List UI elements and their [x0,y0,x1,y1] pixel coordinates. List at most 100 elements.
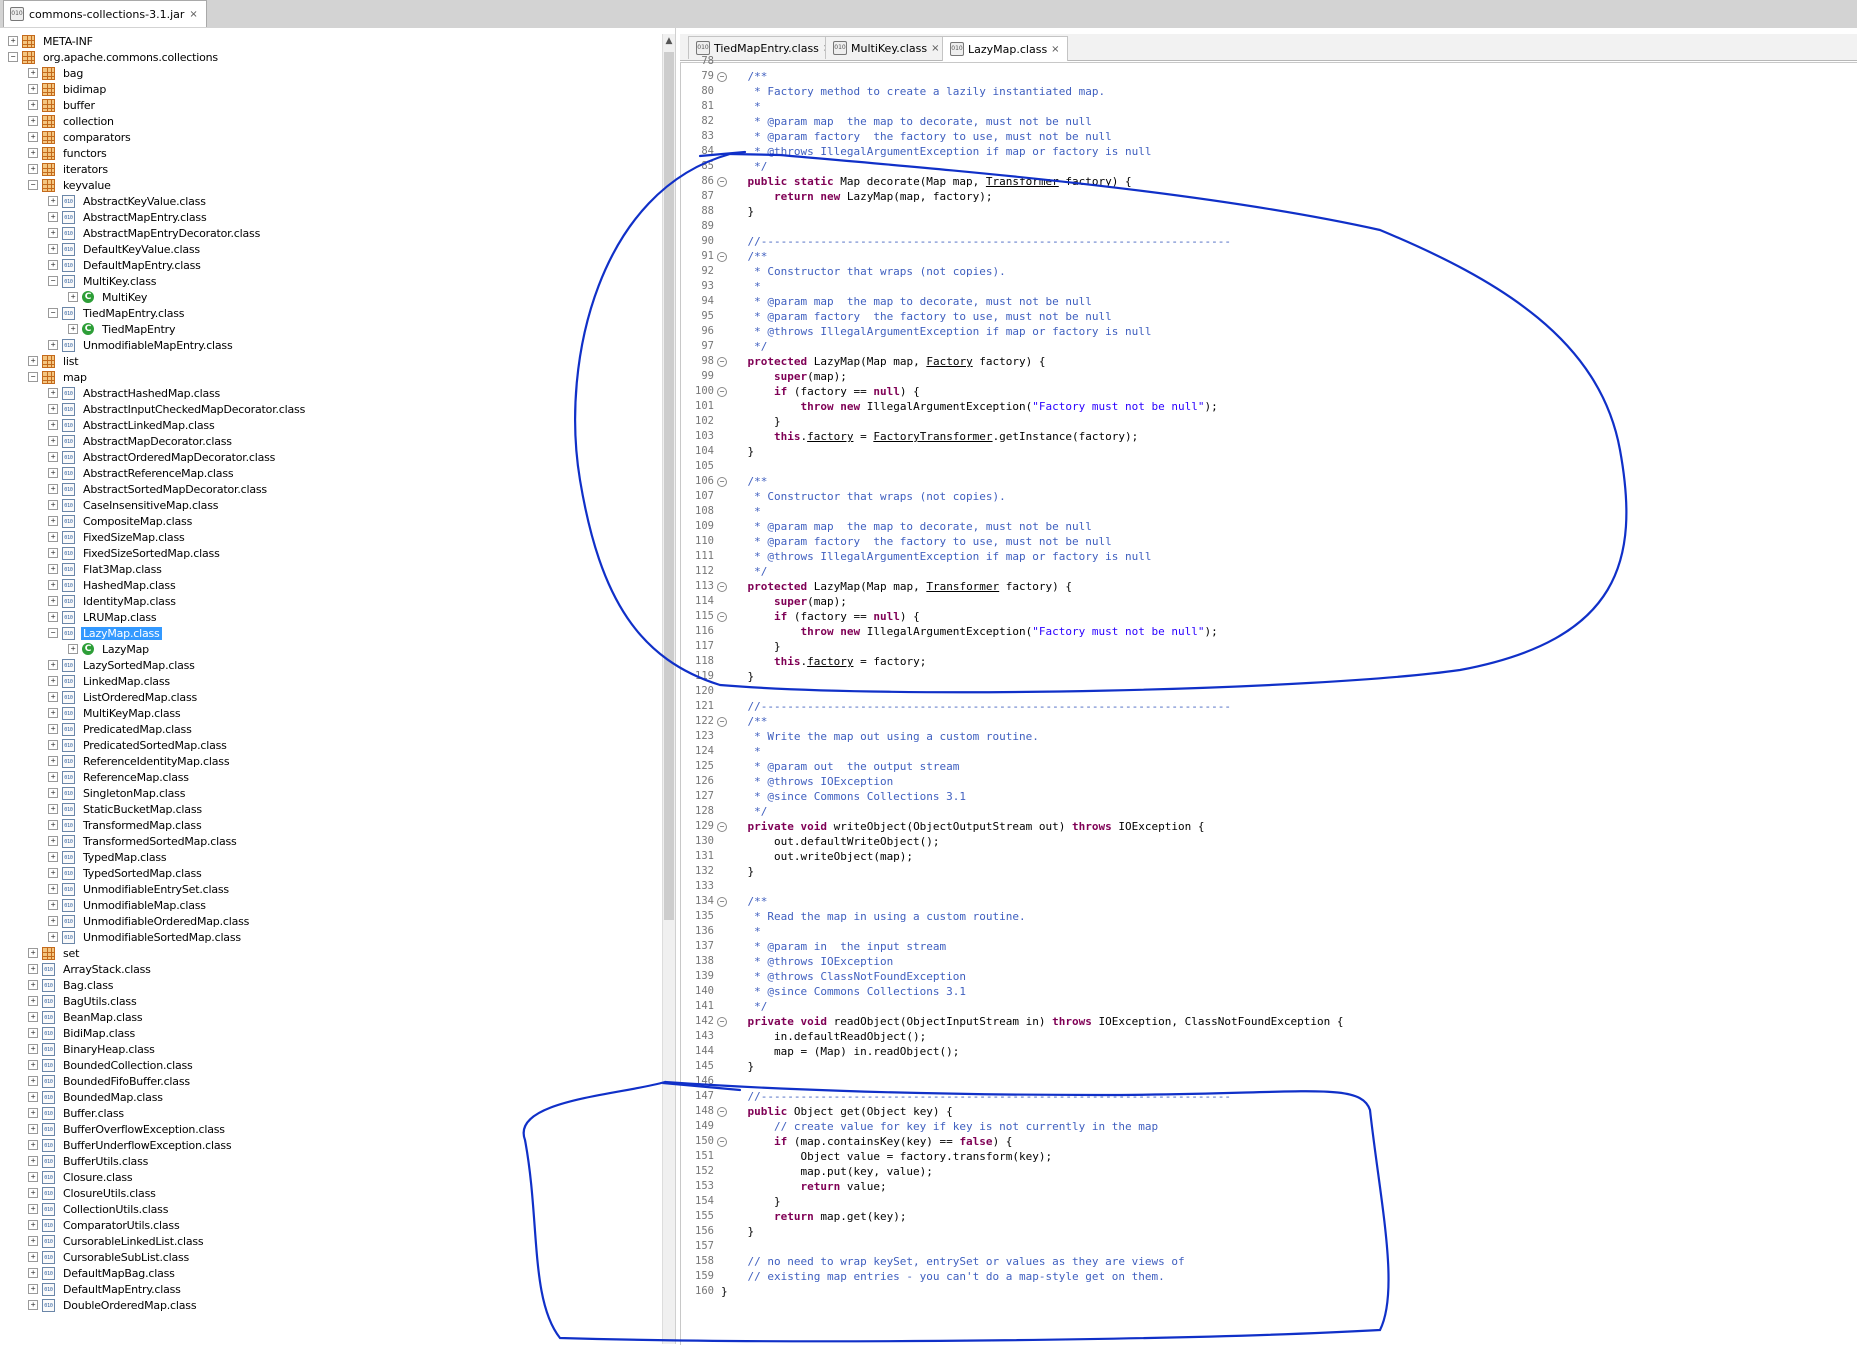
tree-item[interactable]: +010 ReferenceIdentityMap.class [0,753,650,769]
expand-icon[interactable]: + [28,132,38,142]
collapse-icon[interactable]: − [48,276,58,286]
tree-item[interactable]: +010 BoundedCollection.class [0,1057,650,1073]
expand-icon[interactable]: + [48,852,58,862]
tree-item[interactable]: +010 HashedMap.class [0,577,650,593]
expand-icon[interactable]: + [28,1012,38,1022]
tree-item[interactable]: +010 BagUtils.class [0,993,650,1009]
tree-item[interactable]: +010 IdentityMap.class [0,593,650,609]
tree-item[interactable]: +010 UnmodifiableEntrySet.class [0,881,650,897]
expand-icon[interactable]: + [48,708,58,718]
tree-item[interactable]: + comparators [0,129,650,145]
tree-item[interactable]: + bag [0,65,650,81]
tree-item[interactable]: − org.apache.commons.collections [0,49,650,65]
tree-item[interactable]: +010 StaticBucketMap.class [0,801,650,817]
expand-icon[interactable]: + [48,404,58,414]
tree-item[interactable]: +010 Flat3Map.class [0,561,650,577]
tree-item[interactable]: + buffer [0,97,650,113]
collapse-icon[interactable]: − [48,628,58,638]
expand-icon[interactable]: + [28,948,38,958]
expand-icon[interactable]: + [48,564,58,574]
tree-item[interactable]: +010 AbstractMapEntryDecorator.class [0,225,650,241]
expand-icon[interactable]: + [48,580,58,590]
expand-icon[interactable]: + [48,196,58,206]
expand-icon[interactable]: + [48,740,58,750]
expand-icon[interactable]: + [48,884,58,894]
tree-item[interactable]: + C MultiKey [0,289,650,305]
collapse-icon[interactable]: − [28,372,38,382]
expand-icon[interactable]: + [28,164,38,174]
expand-icon[interactable]: + [28,1172,38,1182]
expand-icon[interactable]: + [28,1044,38,1054]
tree-item[interactable]: +010 DefaultMapEntry.class [0,1281,650,1297]
tree-item[interactable]: +010 TypedMap.class [0,849,650,865]
expand-icon[interactable]: + [28,1124,38,1134]
tree-item[interactable]: +010 CursorableLinkedList.class [0,1233,650,1249]
tree-item[interactable]: − map [0,369,650,385]
expand-icon[interactable]: + [28,1092,38,1102]
expand-icon[interactable]: + [28,1140,38,1150]
tree-item[interactable]: +010 BidiMap.class [0,1025,650,1041]
tree-item[interactable]: − keyvalue [0,177,650,193]
expand-icon[interactable]: + [48,676,58,686]
tree-item[interactable]: +010 ComparatorUtils.class [0,1217,650,1233]
expand-icon[interactable]: + [48,788,58,798]
expand-icon[interactable]: + [48,916,58,926]
expand-icon[interactable]: + [28,1076,38,1086]
tree-item[interactable]: +010 SingletonMap.class [0,785,650,801]
expand-icon[interactable]: + [48,836,58,846]
scrollbar-thumb[interactable] [664,52,674,920]
jar-file-tab[interactable]: 010 commons-collections-3.1.jar × [3,0,207,27]
tree-item[interactable]: −010 MultiKey.class [0,273,650,289]
expand-icon[interactable]: + [28,980,38,990]
tree-item[interactable]: + C TiedMapEntry [0,321,650,337]
tree-item[interactable]: +010 ReferenceMap.class [0,769,650,785]
expand-icon[interactable]: + [28,68,38,78]
tree-item[interactable]: +010 UnmodifiableSortedMap.class [0,929,650,945]
expand-icon[interactable]: + [28,1284,38,1294]
tree-item[interactable]: + functors [0,145,650,161]
tree-item[interactable]: +010 FixedSizeMap.class [0,529,650,545]
expand-icon[interactable]: + [28,1268,38,1278]
expand-icon[interactable]: + [48,756,58,766]
expand-icon[interactable]: + [48,548,58,558]
expand-icon[interactable]: + [28,356,38,366]
expand-icon[interactable]: + [48,388,58,398]
collapse-icon[interactable]: − [48,308,58,318]
tree-item[interactable]: +010 CursorableSubList.class [0,1249,650,1265]
expand-icon[interactable]: + [48,228,58,238]
tree-item[interactable]: +010 ClosureUtils.class [0,1185,650,1201]
expand-icon[interactable]: + [48,868,58,878]
tree-item[interactable]: +010 BufferOverflowException.class [0,1121,650,1137]
expand-icon[interactable]: + [68,292,78,302]
expand-icon[interactable]: + [48,772,58,782]
tree-item[interactable]: +010 BufferUtils.class [0,1153,650,1169]
tree-item[interactable]: + collection [0,113,650,129]
tree-item[interactable]: +010 Closure.class [0,1169,650,1185]
expand-icon[interactable]: + [48,260,58,270]
tree-item[interactable]: + iterators [0,161,650,177]
tree-item[interactable]: +010 ArrayStack.class [0,961,650,977]
tree-item[interactable]: +010 UnmodifiableMap.class [0,897,650,913]
expand-icon[interactable]: + [28,1060,38,1070]
close-icon[interactable]: × [931,43,939,54]
tree-item[interactable]: +010 AbstractKeyValue.class [0,193,650,209]
expand-icon[interactable]: + [28,84,38,94]
expand-icon[interactable]: + [28,1108,38,1118]
expand-icon[interactable]: + [28,1188,38,1198]
tree-item[interactable]: +010 Buffer.class [0,1105,650,1121]
tree-item[interactable]: +010 TypedSortedMap.class [0,865,650,881]
tree-item[interactable]: +010 AbstractOrderedMapDecorator.class [0,449,650,465]
tree-item[interactable]: +010 DefaultMapEntry.class [0,257,650,273]
tree-item[interactable]: +010 TransformedSortedMap.class [0,833,650,849]
tree-item[interactable]: +010 Bag.class [0,977,650,993]
tree-item[interactable]: +010 LinkedMap.class [0,673,650,689]
tree-item[interactable]: +010 LazySortedMap.class [0,657,650,673]
expand-icon[interactable]: + [28,964,38,974]
expand-icon[interactable]: + [48,932,58,942]
expand-icon[interactable]: + [48,500,58,510]
close-icon[interactable]: × [189,9,197,20]
tree-item[interactable]: +010 FixedSizeSortedMap.class [0,545,650,561]
expand-icon[interactable]: + [28,1156,38,1166]
tree-item[interactable]: +010 CollectionUtils.class [0,1201,650,1217]
tree-item[interactable]: +010 UnmodifiableOrderedMap.class [0,913,650,929]
